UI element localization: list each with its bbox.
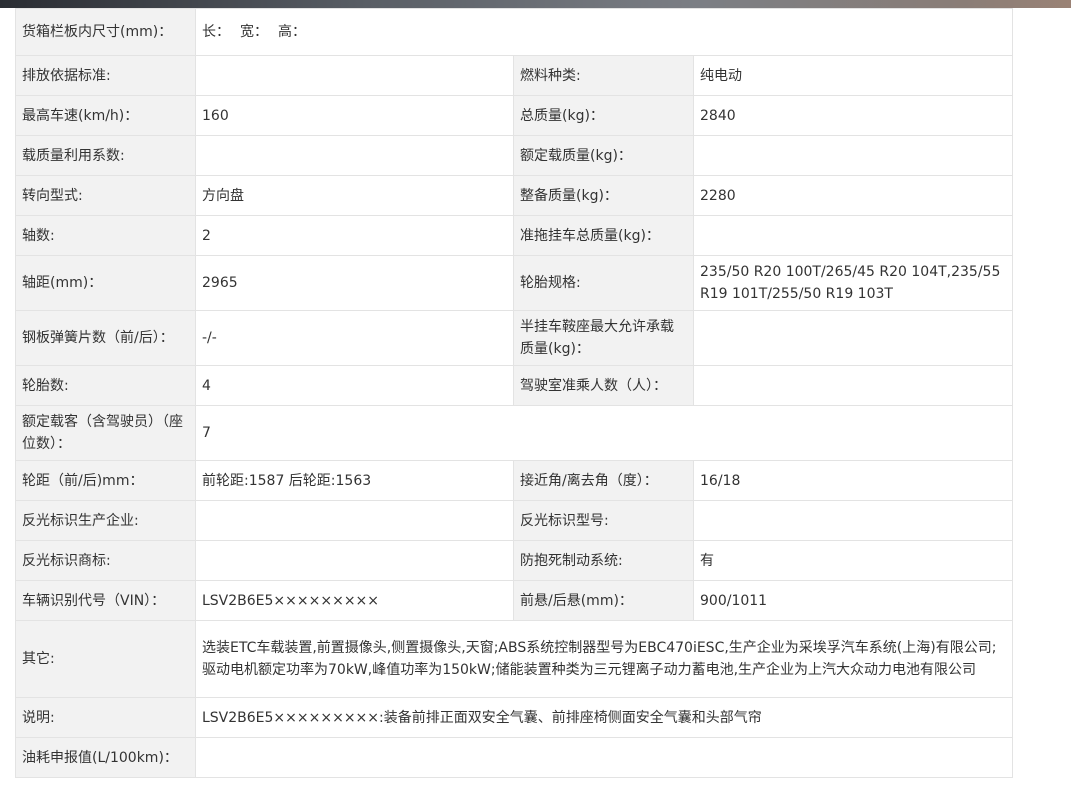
reflector-brand-value: [195, 540, 514, 581]
cargo-box-value: 长： 宽： 高：: [194, 8, 1014, 56]
vehicle-spec-table-container: 货箱栏板内尺寸(mm)： 长： 宽： 高： 排放依据标准: 燃料种类: 纯电动 最高…: [15, 8, 1014, 778]
rated-load-label: 额定载质量(kg)：: [513, 135, 694, 176]
other-label: 其它:: [15, 620, 196, 698]
approach-departure-value: 16/18: [692, 460, 1014, 501]
trailer-mass-label: 准拖挂车总质量(kg)：: [513, 215, 694, 256]
tire-spec-label: 轮胎规格:: [513, 255, 694, 311]
overhang-label: 前悬/后悬(mm)：: [513, 580, 694, 621]
track-width-value: 前轮距:1587 后轮距:1563: [195, 460, 514, 501]
emission-standard-label: 排放依据标准:: [15, 55, 196, 96]
fuel-consumption-value: [194, 737, 1014, 778]
curb-mass-label: 整备质量(kg)：: [513, 175, 694, 216]
table-row: 车辆识别代号（VIN）： LSV2B6E5××××××××× 前悬/后悬(mm)…: [15, 580, 1014, 621]
vin-value: LSV2B6E5×××××××××: [195, 580, 514, 621]
saddle-load-value: [692, 310, 1014, 366]
table-row: 钢板弹簧片数（前/后）： -/- 半挂车鞍座最大允许承载质量(kg)：: [15, 310, 1014, 366]
wheelbase-label: 轴距(mm)：: [15, 255, 196, 311]
table-row: 反光标识商标: 防抱死制动系统: 有: [15, 540, 1014, 581]
trailer-mass-value: [692, 215, 1014, 256]
seating-capacity-value: 7: [194, 405, 1014, 461]
table-row: 轴距(mm)： 2965 轮胎规格: 235/50 R20 100T/265/4…: [15, 255, 1014, 311]
table-row: 轮胎数: 4 驾驶室准乘人数（人）：: [15, 365, 1014, 406]
leaf-spring-value: -/-: [195, 310, 514, 366]
curb-mass-value: 2280: [692, 175, 1014, 216]
axle-count-label: 轴数:: [15, 215, 196, 256]
load-utilization-value: [195, 135, 514, 176]
gross-mass-label: 总质量(kg)：: [513, 95, 694, 136]
table-row: 反光标识生产企业: 反光标识型号:: [15, 500, 1014, 541]
reflector-model-label: 反光标识型号:: [513, 500, 694, 541]
load-utilization-label: 载质量利用系数:: [15, 135, 196, 176]
window-top-strip: [0, 0, 1071, 8]
seating-capacity-label: 额定载客（含驾驶员）（座位数）：: [15, 405, 196, 461]
vin-label: 车辆识别代号（VIN）：: [15, 580, 196, 621]
notes-value: LSV2B6E5×××××××××:装备前排正面双安全气囊、前排座椅侧面安全气囊…: [194, 697, 1014, 738]
max-speed-value: 160: [195, 95, 514, 136]
table-row: 轮距（前/后)mm： 前轮距:1587 后轮距:1563 接近角/离去角（度）：…: [15, 460, 1014, 501]
fuel-type-label: 燃料种类:: [513, 55, 694, 96]
table-row: 额定载客（含驾驶员）（座位数）： 7: [15, 405, 1014, 461]
track-width-label: 轮距（前/后)mm：: [15, 460, 196, 501]
table-row: 转向型式: 方向盘 整备质量(kg)： 2280: [15, 175, 1014, 216]
overhang-value: 900/1011: [692, 580, 1014, 621]
table-row: 最高车速(km/h)： 160 总质量(kg)： 2840: [15, 95, 1014, 136]
table-row: 其它: 选装ETC车载装置,前置摄像头,侧置摄像头,天窗;ABS系统控制器型号为…: [15, 620, 1014, 698]
tire-count-label: 轮胎数:: [15, 365, 196, 406]
reflector-maker-value: [195, 500, 514, 541]
cargo-width-label: 宽：: [240, 24, 268, 40]
table-row: 货箱栏板内尺寸(mm)： 长： 宽： 高：: [15, 8, 1014, 56]
table-row: 说明: LSV2B6E5×××××××××:装备前排正面双安全气囊、前排座椅侧面…: [15, 697, 1014, 738]
table-row: 轴数: 2 准拖挂车总质量(kg)：: [15, 215, 1014, 256]
table-row: 油耗申报值(L/100km)：: [15, 737, 1014, 778]
axle-count-value: 2: [195, 215, 514, 256]
abs-value: 有: [692, 540, 1014, 581]
table-row: 载质量利用系数: 额定载质量(kg)：: [15, 135, 1014, 176]
cab-capacity-label: 驾驶室准乘人数（人）：: [513, 365, 694, 406]
cargo-length-label: 长：: [202, 24, 230, 40]
rated-load-value: [692, 135, 1014, 176]
fuel-type-value: 纯电动: [692, 55, 1014, 96]
reflector-brand-label: 反光标识商标:: [15, 540, 196, 581]
other-value: 选装ETC车载装置,前置摄像头,侧置摄像头,天窗;ABS系统控制器型号为EBC4…: [194, 620, 1014, 698]
approach-departure-label: 接近角/离去角（度）：: [513, 460, 694, 501]
saddle-load-label: 半挂车鞍座最大允许承载质量(kg)：: [513, 310, 694, 366]
wheelbase-value: 2965: [195, 255, 514, 311]
gross-mass-value: 2840: [692, 95, 1014, 136]
abs-label: 防抱死制动系统:: [513, 540, 694, 581]
reflector-model-value: [692, 500, 1014, 541]
notes-label: 说明:: [15, 697, 196, 738]
tire-spec-value: 235/50 R20 100T/265/45 R20 104T,235/55 R…: [692, 255, 1014, 311]
emission-standard-value: [195, 55, 514, 96]
reflector-maker-label: 反光标识生产企业:: [15, 500, 196, 541]
cargo-height-label: 高：: [278, 24, 306, 40]
cab-capacity-value: [692, 365, 1014, 406]
table-row: 排放依据标准: 燃料种类: 纯电动: [15, 55, 1014, 96]
leaf-spring-label: 钢板弹簧片数（前/后）：: [15, 310, 196, 366]
max-speed-label: 最高车速(km/h)：: [15, 95, 196, 136]
steering-type-value: 方向盘: [195, 175, 514, 216]
steering-type-label: 转向型式:: [15, 175, 196, 216]
tire-count-value: 4: [195, 365, 514, 406]
fuel-consumption-label: 油耗申报值(L/100km)：: [15, 737, 196, 778]
vehicle-spec-table: 货箱栏板内尺寸(mm)： 长： 宽： 高： 排放依据标准: 燃料种类: 纯电动 最高…: [15, 8, 1014, 778]
cargo-box-label: 货箱栏板内尺寸(mm)：: [15, 8, 196, 56]
